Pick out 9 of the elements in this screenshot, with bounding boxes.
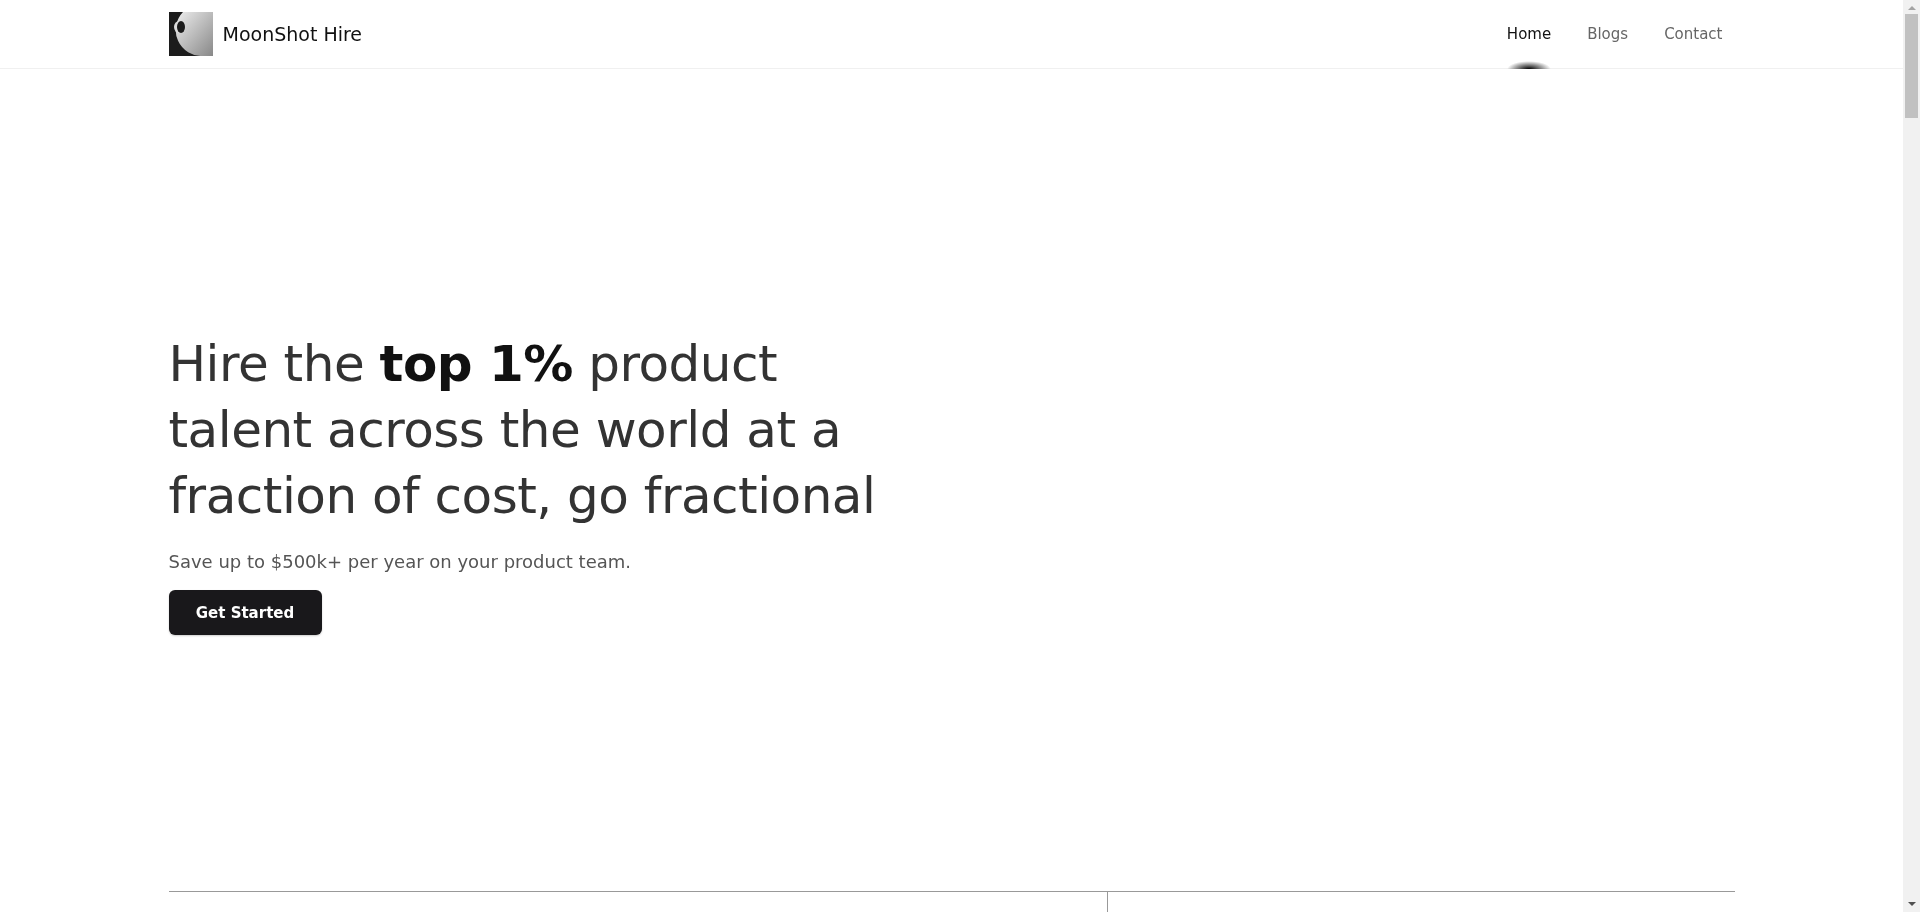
nav-link[interactable]: Contact xyxy=(1664,0,1723,68)
moon-logo-icon xyxy=(168,12,213,56)
hero-subtitle: Save up to $500k+ per year on your product team. xyxy=(168,551,631,572)
get-started-button[interactable]: Get Started xyxy=(168,590,322,635)
nav-link[interactable]: Home xyxy=(1506,0,1552,68)
scrollbar[interactable] xyxy=(1903,0,1920,912)
hero-headline: Hire the top 1% product talent across the world at a fraction of cost, go fractional xyxy=(168,334,877,527)
nav-link[interactable]: Blogs xyxy=(1587,0,1629,68)
brand-name: MoonShot Hire xyxy=(222,23,363,45)
